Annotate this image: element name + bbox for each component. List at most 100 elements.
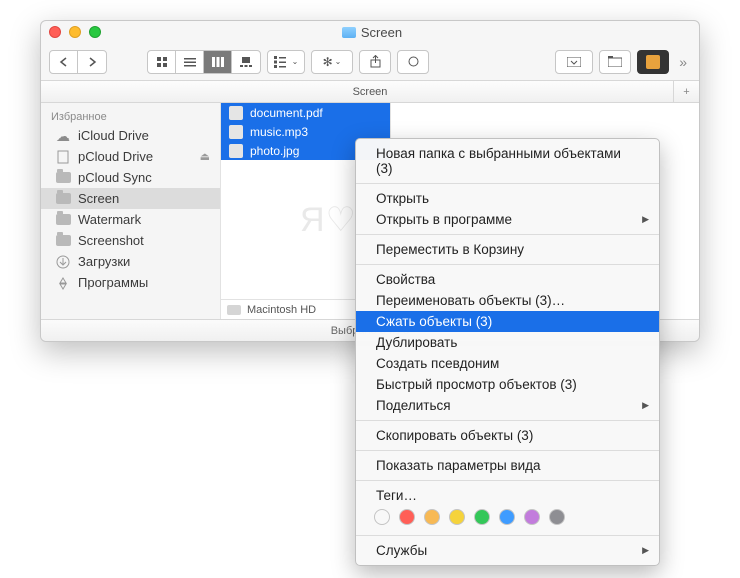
menu-item[interactable]: Показать параметры вида [356, 455, 659, 476]
sidebar-item-label: Screen [78, 191, 119, 206]
column-view-button[interactable] [204, 51, 232, 73]
minimize-window-button[interactable] [69, 26, 81, 38]
tag-color[interactable] [474, 509, 490, 525]
action-group: ✻⌄ [311, 50, 353, 74]
tag-color[interactable] [449, 509, 465, 525]
folder-icon [55, 171, 71, 184]
sidebar-item-screenshot[interactable]: Screenshot [41, 230, 220, 251]
folder-outline-icon [608, 56, 622, 67]
sidebar-item-загрузки[interactable]: Загрузки [41, 251, 220, 272]
sidebar-item-label: Screenshot [78, 233, 144, 248]
menu-item[interactable]: Новая папка с выбранными объектами (3) [356, 143, 659, 179]
sidebar-item-программы[interactable]: Программы [41, 272, 220, 293]
action-button[interactable]: ✻⌄ [312, 51, 352, 73]
file-icon [229, 125, 243, 139]
close-window-button[interactable] [49, 26, 61, 38]
menu-item[interactable]: Дублировать [356, 332, 659, 353]
context-menu: Новая папка с выбранными объектами (3) От… [355, 138, 660, 566]
device-label: Macintosh HD [247, 304, 316, 316]
tag-color[interactable] [549, 509, 565, 525]
tag-color[interactable] [424, 509, 440, 525]
path-bar: Screen + [41, 81, 699, 103]
sidebar-item-watermark[interactable]: Watermark [41, 209, 220, 230]
forward-button[interactable] [78, 51, 106, 73]
gear-icon: ✻ [323, 55, 333, 69]
gallery-view-button[interactable] [232, 51, 260, 73]
folder-icon [55, 213, 71, 226]
menu-item[interactable]: Сжать объекты (3) [356, 311, 659, 332]
file-name: document.pdf [250, 106, 323, 120]
menu-separator [356, 480, 659, 481]
menu-item[interactable]: Открыть [356, 188, 659, 209]
overflow-button[interactable]: » [675, 54, 691, 70]
nav-buttons [49, 50, 107, 74]
file-name: photo.jpg [250, 144, 299, 158]
download-icon [55, 255, 71, 268]
folder-icon [342, 27, 356, 38]
zoom-window-button[interactable] [89, 26, 101, 38]
view-switcher [147, 50, 261, 74]
applications-icon [55, 276, 71, 289]
folder-icon [55, 192, 71, 205]
sidebar-item-pcloud-sync[interactable]: pCloud Sync [41, 167, 220, 188]
tag-color[interactable] [374, 509, 390, 525]
file-icon [229, 144, 243, 158]
menu-item[interactable]: Службы [356, 540, 659, 561]
path-label: Screen [353, 86, 388, 98]
sidebar-item-label: pCloud Drive [78, 149, 153, 164]
list-view-button[interactable] [176, 51, 204, 73]
tag-color[interactable] [524, 509, 540, 525]
sidebar-item-label: Программы [78, 275, 148, 290]
arrange-button[interactable]: ⌄ [268, 51, 304, 73]
menu-item[interactable]: Теги… [356, 485, 659, 506]
menu-item[interactable]: Создать псевдоним [356, 353, 659, 374]
icon-view-button[interactable] [148, 51, 176, 73]
window-controls [49, 26, 101, 38]
toolbar: ⌄ ✻⌄ » [41, 43, 699, 81]
menu-item[interactable]: Скопировать объекты (3) [356, 425, 659, 446]
sidebar-item-pcloud-drive[interactable]: pCloud Drive ⏏ [41, 146, 220, 167]
sidebar-item-label: Watermark [78, 212, 141, 227]
sidebar: Избранное ☁iCloud DrivepCloud Drive⏏pClo… [41, 103, 221, 321]
file-row[interactable]: document.pdf [221, 103, 390, 122]
menu-separator [356, 183, 659, 184]
menu-item[interactable]: Открыть в программе [356, 209, 659, 230]
app-icon [646, 55, 660, 69]
menu-item[interactable]: Свойства [356, 269, 659, 290]
add-tab-button[interactable]: + [673, 81, 699, 102]
sidebar-item-screen[interactable]: Screen [41, 188, 220, 209]
tag-color[interactable] [499, 509, 515, 525]
menu-item[interactable]: Переместить в Корзину [356, 239, 659, 260]
tags-row [356, 506, 659, 531]
menu-separator [356, 264, 659, 265]
titlebar: Screen [41, 21, 699, 43]
harddrive-icon [227, 305, 241, 315]
share-icon [370, 55, 381, 68]
menu-separator [356, 535, 659, 536]
folder-icon [55, 234, 71, 247]
arrange-group: ⌄ [267, 50, 305, 74]
tags-button[interactable] [397, 50, 429, 74]
menu-item[interactable]: Быстрый просмотр объектов (3) [356, 374, 659, 395]
new-folder-button[interactable] [599, 50, 631, 74]
menu-item[interactable]: Переименовать объекты (3)… [356, 290, 659, 311]
eject-icon[interactable]: ⏏ [200, 150, 210, 163]
back-button[interactable] [50, 51, 78, 73]
document-icon [55, 150, 71, 163]
dropdown-button[interactable] [556, 51, 592, 73]
preview-app-button[interactable] [637, 50, 669, 74]
share-button[interactable] [359, 50, 391, 74]
cloud-icon: ☁ [55, 129, 71, 142]
sidebar-section-header: Избранное [41, 107, 220, 125]
sidebar-item-label: pCloud Sync [78, 170, 152, 185]
window-title-text: Screen [361, 25, 402, 40]
sidebar-item-icloud-drive[interactable]: ☁iCloud Drive [41, 125, 220, 146]
dropdown-group [555, 50, 593, 74]
menu-separator [356, 420, 659, 421]
tag-icon [408, 56, 419, 67]
window-title: Screen [101, 25, 643, 40]
menu-item[interactable]: Поделиться [356, 395, 659, 416]
file-icon [229, 106, 243, 120]
tag-color[interactable] [399, 509, 415, 525]
sidebar-item-label: Загрузки [78, 254, 130, 269]
